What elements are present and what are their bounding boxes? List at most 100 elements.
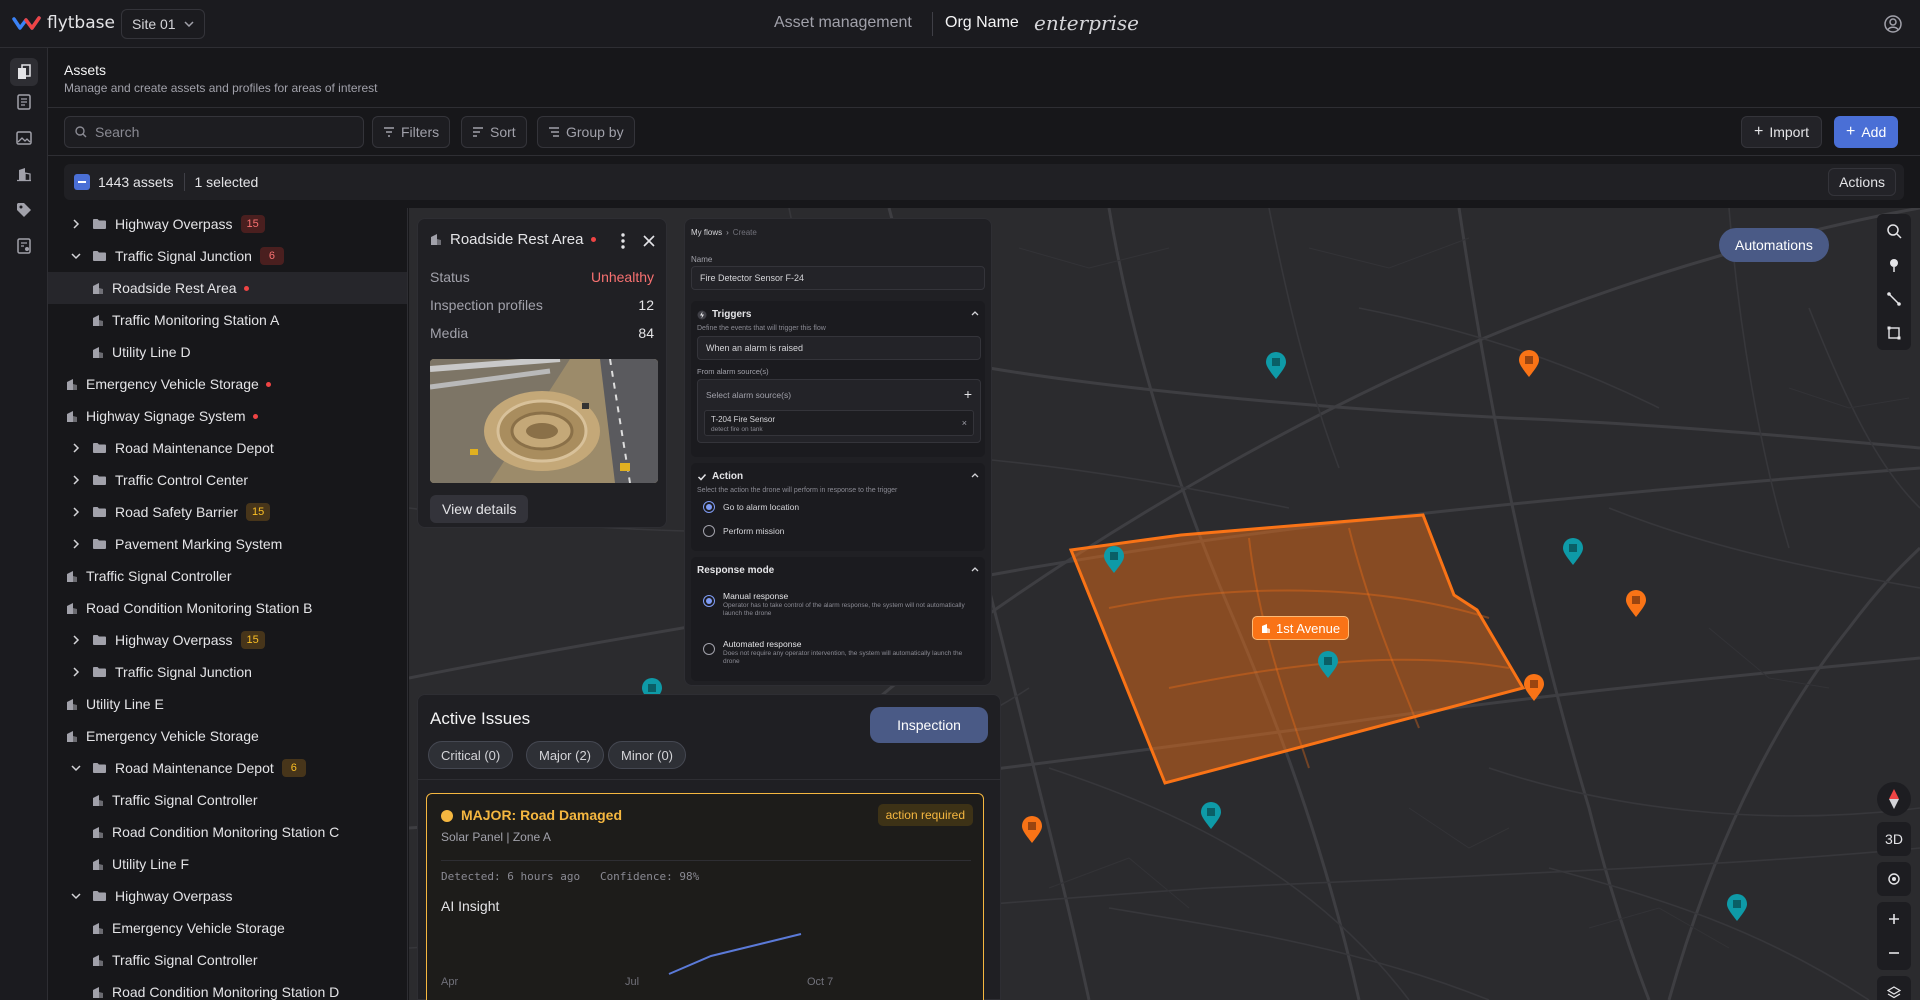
collapse-icon[interactable] (971, 567, 979, 572)
user-account-icon[interactable] (1883, 14, 1903, 34)
tree-item-label: Road Condition Monitoring Station B (86, 600, 313, 616)
tree-asset-row[interactable]: Utility Line E (48, 688, 407, 720)
tree-asset-row[interactable]: Traffic Signal Controller (48, 944, 407, 976)
line-tool-icon[interactable] (1877, 282, 1911, 316)
tree-asset-row[interactable]: Highway Signage System (48, 400, 407, 432)
add-button[interactable]: + Add (1834, 116, 1899, 148)
group-by-button[interactable]: Group by (537, 116, 635, 148)
tree-asset-row[interactable]: Road Condition Monitoring Station B (48, 592, 407, 624)
zoom-in-icon[interactable] (1877, 902, 1911, 936)
chevron-right-icon[interactable] (70, 507, 82, 517)
breadcrumb-my-flows[interactable]: My flows (691, 228, 722, 237)
sort-button[interactable]: Sort (461, 116, 527, 148)
area-tool-icon[interactable] (1877, 316, 1911, 350)
chevron-down-icon[interactable] (70, 892, 82, 900)
chevron-right-icon[interactable] (70, 219, 82, 229)
nav-assets-icon[interactable] (10, 58, 38, 86)
issue-card[interactable]: MAJOR: Road Damaged action required Sola… (426, 793, 984, 1000)
nav-tags-icon[interactable] (10, 196, 38, 224)
view-details-button[interactable]: View details (430, 495, 529, 523)
tree-asset-row[interactable]: Road Condition Monitoring Station C (48, 816, 407, 848)
actions-button[interactable]: Actions (1828, 168, 1896, 196)
action-option-go-to-alarm[interactable]: Go to alarm location (703, 501, 799, 513)
tree-asset-row[interactable]: Traffic Signal Controller (48, 784, 407, 816)
tree-asset-row[interactable]: Utility Line F (48, 848, 407, 880)
tree-asset-row[interactable]: Roadside Rest Area (48, 272, 407, 304)
nav-reports-icon[interactable] (10, 88, 38, 116)
action-option-perform-mission[interactable]: Perform mission (703, 525, 784, 537)
tree-folder-row[interactable]: Highway Overpass 15 (48, 208, 407, 240)
chevron-right-icon[interactable] (70, 443, 82, 453)
tree-folder-row[interactable]: Traffic Signal Junction (48, 656, 407, 688)
compass-icon[interactable] (1877, 782, 1911, 816)
add-source-icon[interactable]: + (964, 386, 972, 402)
locate-icon[interactable] (1877, 862, 1911, 896)
map-pin-teal[interactable] (1265, 352, 1287, 380)
filter-chip-major[interactable]: Major (2) (526, 741, 605, 769)
flow-name-input[interactable]: Fire Detector Sensor F-24 (691, 266, 985, 290)
map-pin-orange[interactable] (1625, 590, 1647, 618)
tree-folder-row[interactable]: Highway Overpass (48, 880, 407, 912)
tree-asset-row[interactable]: Emergency Vehicle Storage (48, 368, 407, 400)
triggers-header[interactable]: Triggers (697, 309, 751, 320)
tree-asset-row[interactable]: Road Condition Monitoring Station D (48, 976, 407, 1000)
map-pin-teal[interactable] (1200, 802, 1222, 830)
polygon-label[interactable]: 1st Avenue (1252, 616, 1350, 640)
tree-asset-row[interactable]: Utility Line D (48, 336, 407, 368)
tree-asset-row[interactable]: Traffic Monitoring Station A (48, 304, 407, 336)
search-input[interactable]: Search (64, 116, 364, 148)
pin-tool-icon[interactable] (1877, 248, 1911, 282)
tree-folder-row[interactable]: Road Maintenance Depot 6 (48, 752, 407, 784)
action-header[interactable]: Action (697, 471, 743, 482)
tree-folder-row[interactable]: Pavement Marking System (48, 528, 407, 560)
collapse-icon[interactable] (971, 311, 979, 316)
site-selector[interactable]: Site 01 (121, 9, 205, 39)
automations-button[interactable]: Automations (1719, 228, 1829, 262)
map-view[interactable]: 1st Avenue Automations 3D Roadside Rest … (409, 208, 1920, 1000)
map-pin-orange[interactable] (1021, 816, 1043, 844)
chevron-right-icon[interactable] (70, 475, 82, 485)
chevron-down-icon[interactable] (70, 764, 82, 772)
tree-folder-row[interactable]: Traffic Control Center (48, 464, 407, 496)
chevron-right-icon[interactable] (70, 539, 82, 549)
map-pin-teal[interactable] (1317, 651, 1339, 679)
map-pin-teal[interactable] (1726, 894, 1748, 922)
triggers-section: Triggers Define the events that will tri… (691, 301, 985, 457)
filters-button[interactable]: Filters (372, 116, 451, 148)
import-button[interactable]: + Import (1741, 116, 1823, 148)
tree-folder-row[interactable]: Road Safety Barrier 15 (48, 496, 407, 528)
response-title[interactable]: Response mode (697, 565, 774, 576)
filter-chip-critical[interactable]: Critical (0) (428, 741, 514, 769)
filter-chip-minor[interactable]: Minor (0) (608, 741, 687, 769)
map-search-icon[interactable] (1877, 214, 1911, 248)
more-options-icon[interactable] (621, 233, 625, 249)
close-icon[interactable] (643, 235, 655, 247)
nav-media-icon[interactable] (10, 124, 38, 152)
chevron-down-icon[interactable] (70, 252, 82, 260)
trigger-select[interactable]: When an alarm is raised (697, 336, 981, 360)
inspection-button[interactable]: Inspection (870, 707, 988, 743)
layers-icon[interactable] (1877, 976, 1911, 1000)
chevron-right-icon[interactable] (70, 667, 82, 677)
zoom-out-icon[interactable] (1877, 936, 1911, 970)
remove-sensor-icon[interactable]: × (962, 418, 967, 428)
flytbase-logo[interactable]: flytbase (12, 13, 115, 33)
collapse-icon[interactable] (971, 473, 979, 478)
nav-sites-icon[interactable] (10, 160, 38, 188)
tree-folder-row[interactable]: Road Maintenance Depot (48, 432, 407, 464)
map-pin-teal[interactable] (1103, 546, 1125, 574)
tree-asset-row[interactable]: Emergency Vehicle Storage (48, 720, 407, 752)
tree-asset-row[interactable]: Emergency Vehicle Storage (48, 912, 407, 944)
select-all-checkbox[interactable] (74, 174, 90, 190)
tree-asset-row[interactable]: Traffic Signal Controller (48, 560, 407, 592)
alarm-source-select[interactable]: Select alarm source(s) (706, 390, 791, 400)
asset-thumbnail[interactable] (430, 359, 658, 483)
map-pin-orange[interactable] (1518, 350, 1540, 378)
toggle-3d-button[interactable]: 3D (1877, 822, 1911, 856)
tree-folder-row[interactable]: Highway Overpass 15 (48, 624, 407, 656)
chevron-right-icon[interactable] (70, 635, 82, 645)
map-pin-teal[interactable] (1562, 538, 1584, 566)
tree-folder-row[interactable]: Traffic Signal Junction 6 (48, 240, 407, 272)
nav-logs-icon[interactable] (10, 232, 38, 260)
map-pin-orange[interactable] (1523, 674, 1545, 702)
